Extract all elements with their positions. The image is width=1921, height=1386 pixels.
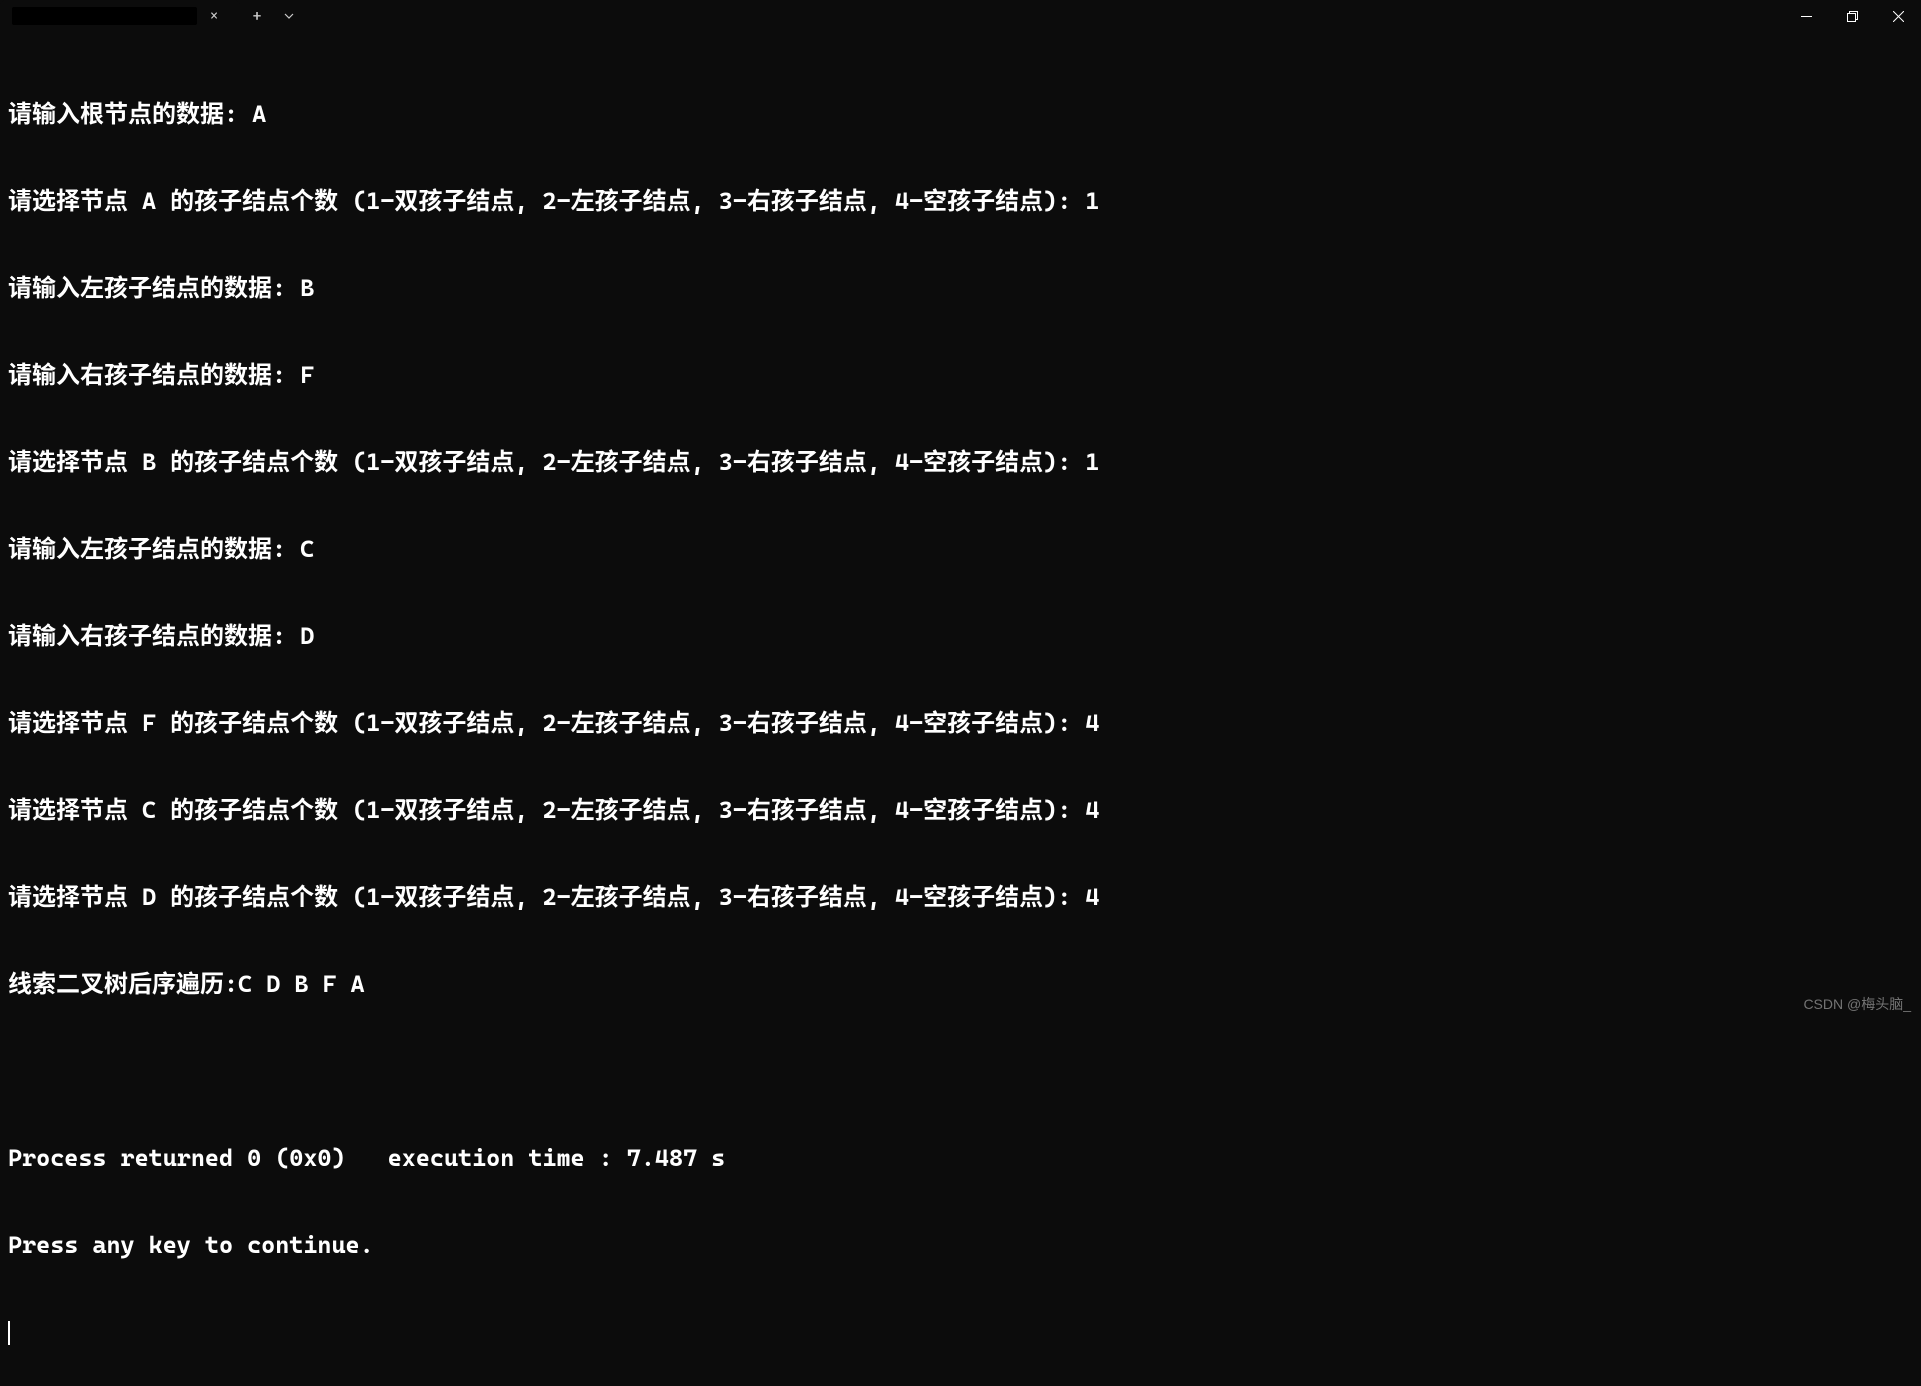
window-controls xyxy=(1783,0,1921,32)
terminal-line: 请输入左孩子结点的数据: B xyxy=(8,274,1913,303)
terminal-line: 请选择节点 A 的孩子结点个数 (1-双孩子结点, 2-左孩子结点, 3-右孩子… xyxy=(8,187,1913,216)
terminal-output[interactable]: 请输入根节点的数据: A 请选择节点 A 的孩子结点个数 (1-双孩子结点, 2… xyxy=(0,32,1921,1386)
terminal-line: 请选择节点 C 的孩子结点个数 (1-双孩子结点, 2-左孩子结点, 3-右孩子… xyxy=(8,796,1913,825)
minimize-icon xyxy=(1801,11,1812,22)
terminal-line: 请选择节点 D 的孩子结点个数 (1-双孩子结点, 2-左孩子结点, 3-右孩子… xyxy=(8,883,1913,912)
terminal-line: 请输入右孩子结点的数据: F xyxy=(8,361,1913,390)
new-tab-button[interactable]: + xyxy=(240,0,274,32)
terminal-cursor xyxy=(8,1321,10,1345)
titlebar: × + xyxy=(0,0,1921,32)
terminal-line: 请选择节点 B 的孩子结点个数 (1-双孩子结点, 2-左孩子结点, 3-右孩子… xyxy=(8,448,1913,477)
terminal-line: 请输入根节点的数据: A xyxy=(8,100,1913,129)
close-tab-button[interactable]: × xyxy=(205,7,223,25)
tab-title-redacted xyxy=(12,7,197,25)
active-tab[interactable]: × xyxy=(0,0,240,32)
terminal-cursor-line xyxy=(8,1318,1913,1347)
maximize-icon xyxy=(1847,11,1858,22)
chevron-down-icon xyxy=(283,10,295,22)
minimize-button[interactable] xyxy=(1783,0,1829,32)
terminal-line: 请输入左孩子结点的数据: C xyxy=(8,535,1913,564)
close-window-button[interactable] xyxy=(1875,0,1921,32)
tab-dropdown-button[interactable] xyxy=(274,0,304,32)
watermark-text: CSDN @梅头脑_ xyxy=(1803,994,1911,1014)
terminal-line: 线索二叉树后序遍历:C D B F A xyxy=(8,970,1913,999)
terminal-line: 请选择节点 F 的孩子结点个数 (1-双孩子结点, 2-左孩子结点, 3-右孩子… xyxy=(8,709,1913,738)
terminal-line: Press any key to continue. xyxy=(8,1231,1913,1260)
terminal-line xyxy=(8,1057,1913,1086)
maximize-button[interactable] xyxy=(1829,0,1875,32)
terminal-line: Process returned 0 (0x0) execution time … xyxy=(8,1144,1913,1173)
terminal-line: 请输入右孩子结点的数据: D xyxy=(8,622,1913,651)
close-icon xyxy=(1893,11,1904,22)
